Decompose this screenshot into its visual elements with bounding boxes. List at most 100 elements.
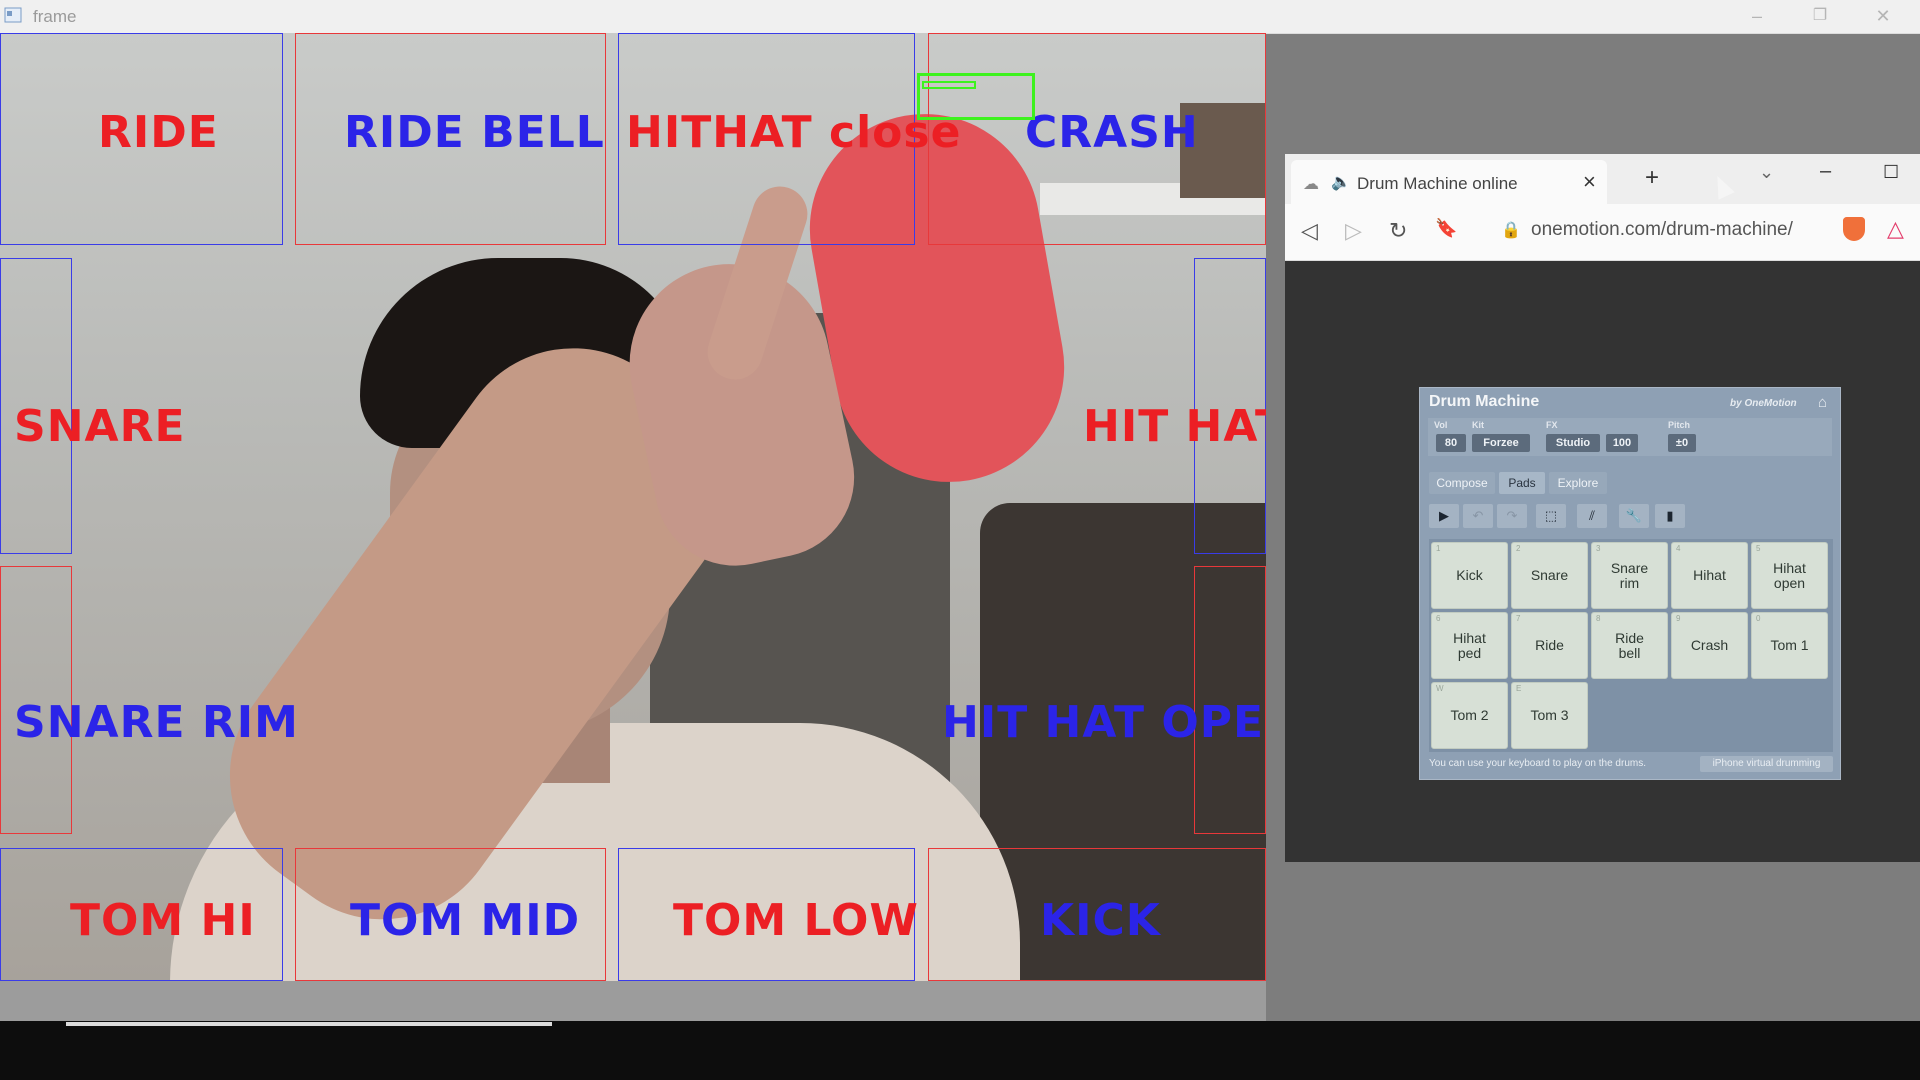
window-titlebar: frame – ❐ ✕: [0, 0, 1920, 34]
tab-pads[interactable]: Pads: [1499, 472, 1545, 494]
vol-value[interactable]: 80: [1436, 434, 1466, 452]
pad-kick[interactable]: 1 Kick: [1431, 542, 1508, 609]
pad-key: 1: [1436, 544, 1441, 553]
pad-label: Hihat ped: [1453, 629, 1486, 661]
url-field[interactable]: onemotion.com/drum-machine/: [1531, 219, 1793, 241]
pad-hihat[interactable]: 4 Hihat: [1671, 542, 1748, 609]
tab-drum-machine[interactable]: ☁ 🔈 Drum Machine online ×: [1291, 160, 1607, 204]
close-button[interactable]: ✕: [1860, 2, 1906, 30]
app-icon: [4, 7, 22, 23]
pad-key: 5: [1756, 544, 1761, 553]
kit-value[interactable]: Forzee: [1472, 434, 1530, 452]
frame-bottom-strip: [0, 981, 1266, 1021]
browser-tabbar: ☁ 🔈 Drum Machine online × + ⌄ – ☐: [1285, 154, 1920, 204]
camera-feed: RIDE RIDE BELL HITHAT close CRASH SNARE …: [0, 33, 1266, 981]
brave-rewards-icon[interactable]: △: [1887, 216, 1904, 242]
pad-snare[interactable]: 2 Snare: [1511, 542, 1588, 609]
pad-label: Tom 2: [1450, 707, 1489, 724]
pitch-value[interactable]: ±0: [1668, 434, 1696, 452]
redo-icon[interactable]: ↷: [1497, 504, 1527, 528]
pad-tom-1[interactable]: 0 Tom 1: [1751, 612, 1828, 679]
back-icon[interactable]: ◁: [1301, 218, 1318, 244]
site-favicon-icon: ☁: [1303, 176, 1319, 193]
controls-panel: Vol 80 Kit Forzee FX Studio 100 Pitch ±0: [1428, 418, 1832, 456]
scroll-indicator[interactable]: [66, 1022, 552, 1026]
pad-key: E: [1516, 684, 1522, 693]
forward-icon[interactable]: ▷: [1345, 218, 1362, 244]
pad-label: Tom 1: [1770, 637, 1809, 654]
pad-snare-rim[interactable]: 3 Snare rim: [1591, 542, 1668, 609]
pad-label: Snare rim: [1610, 559, 1649, 591]
zone-label-snare-rim: SNARE RIM: [14, 697, 299, 748]
drum-machine-widget: Drum Machine by OneMotion ⌂ Vol 80 Kit F…: [1419, 387, 1841, 780]
pad-label: Ride bell: [1615, 629, 1644, 661]
tab-search-chevron-icon[interactable]: ⌄: [1759, 162, 1774, 183]
brave-shields-icon[interactable]: [1843, 217, 1865, 241]
pad-label: Tom 3: [1530, 707, 1569, 724]
pad-tom-3[interactable]: E Tom 3: [1511, 682, 1588, 749]
zone-label-tom-low: TOM LOW: [673, 895, 919, 946]
zone-label-kick: KICK: [1040, 895, 1161, 946]
pad-ride[interactable]: 7 Ride: [1511, 612, 1588, 679]
pad-key: 2: [1516, 544, 1521, 553]
pad-key: 6: [1436, 614, 1441, 623]
lock-icon: 🔒: [1501, 222, 1521, 239]
pad-key: 0: [1756, 614, 1761, 623]
reload-icon[interactable]: ↻: [1389, 218, 1407, 244]
tab-close-icon[interactable]: ×: [1583, 169, 1596, 195]
play-icon[interactable]: ▶: [1429, 504, 1459, 528]
zone-label-ride-bell: RIDE BELL: [344, 107, 605, 158]
drum-machine-title: Drum Machine: [1429, 393, 1540, 410]
browser-minimize-button[interactable]: –: [1820, 160, 1831, 183]
select-icon[interactable]: ⬚: [1536, 504, 1566, 528]
pad-key: 3: [1596, 544, 1601, 553]
bookmark-icon[interactable]: 🔖: [1435, 218, 1457, 239]
tab-title: Drum Machine online: [1357, 174, 1518, 193]
fx-amount[interactable]: 100: [1606, 434, 1638, 452]
pad-label: Snare: [1530, 567, 1569, 584]
pad-ride-bell[interactable]: 8 Ride bell: [1591, 612, 1668, 679]
minimize-button[interactable]: –: [1734, 2, 1780, 30]
home-icon[interactable]: ⌂: [1818, 394, 1827, 411]
zone-label-tom-hi: TOM HI: [70, 895, 256, 946]
iphone-virtual-drumming-button[interactable]: iPhone virtual drumming: [1700, 756, 1833, 772]
pattern-icon[interactable]: ⫽: [1577, 504, 1607, 528]
drum-machine-byline: by OneMotion: [1730, 398, 1797, 409]
address-bar: ◁ ▷ ↻ 🔖 🔒 onemotion.com/drum-machine/ △: [1285, 204, 1920, 261]
new-tab-button[interactable]: +: [1645, 164, 1659, 192]
tab-compose[interactable]: Compose: [1429, 472, 1495, 494]
keyboard-hint: You can use your keyboard to play on the…: [1429, 758, 1646, 769]
object-tracker-marker: [922, 81, 976, 89]
fx-value[interactable]: Studio: [1546, 434, 1600, 452]
pad-label: Ride: [1535, 637, 1564, 654]
zone-label-crash: CRASH: [1025, 107, 1199, 158]
pad-key: 7: [1516, 614, 1521, 623]
fx-label: FX: [1546, 420, 1558, 430]
kit-label: Kit: [1472, 420, 1484, 430]
pads-grid: 1 Kick 2 Snare 3 Snare rim 4 Hihat 5 Hihat op…: [1429, 539, 1833, 752]
window-title: frame: [33, 7, 77, 26]
file-icon[interactable]: ▮: [1655, 504, 1685, 528]
pad-key: 9: [1676, 614, 1681, 623]
wrench-icon[interactable]: 🔧: [1619, 504, 1649, 528]
pad-hihat-ped[interactable]: 6 Hihat ped: [1431, 612, 1508, 679]
restore-button[interactable]: ❐: [1797, 2, 1843, 30]
zone-label-snare: SNARE: [14, 401, 186, 452]
audio-playing-icon[interactable]: 🔈: [1331, 172, 1351, 192]
pad-tom-2[interactable]: W Tom 2: [1431, 682, 1508, 749]
pad-key: W: [1436, 684, 1444, 693]
zone-label-tom-mid: TOM MID: [350, 895, 581, 946]
pad-key: 8: [1596, 614, 1601, 623]
browser-maximize-button[interactable]: ☐: [1883, 162, 1899, 183]
undo-icon[interactable]: ↶: [1463, 504, 1493, 528]
pad-label: Hihat open: [1773, 559, 1806, 591]
drum-toolbar: ▶ ↶ ↷ ⬚ ⫽ 🔧 ▮: [1429, 504, 1833, 528]
zone-label-hithat-close: HITHAT close: [626, 107, 962, 158]
pad-label: Hihat: [1693, 567, 1726, 584]
zone-label-ride: RIDE: [98, 107, 219, 158]
zone-label-hit-hat-open: HIT HAT OPEN: [942, 697, 1266, 748]
pad-hihat-open[interactable]: 5 Hihat open: [1751, 542, 1828, 609]
pad-crash[interactable]: 9 Crash: [1671, 612, 1748, 679]
taskbar: [0, 1021, 1920, 1080]
tab-explore[interactable]: Explore: [1549, 472, 1607, 494]
